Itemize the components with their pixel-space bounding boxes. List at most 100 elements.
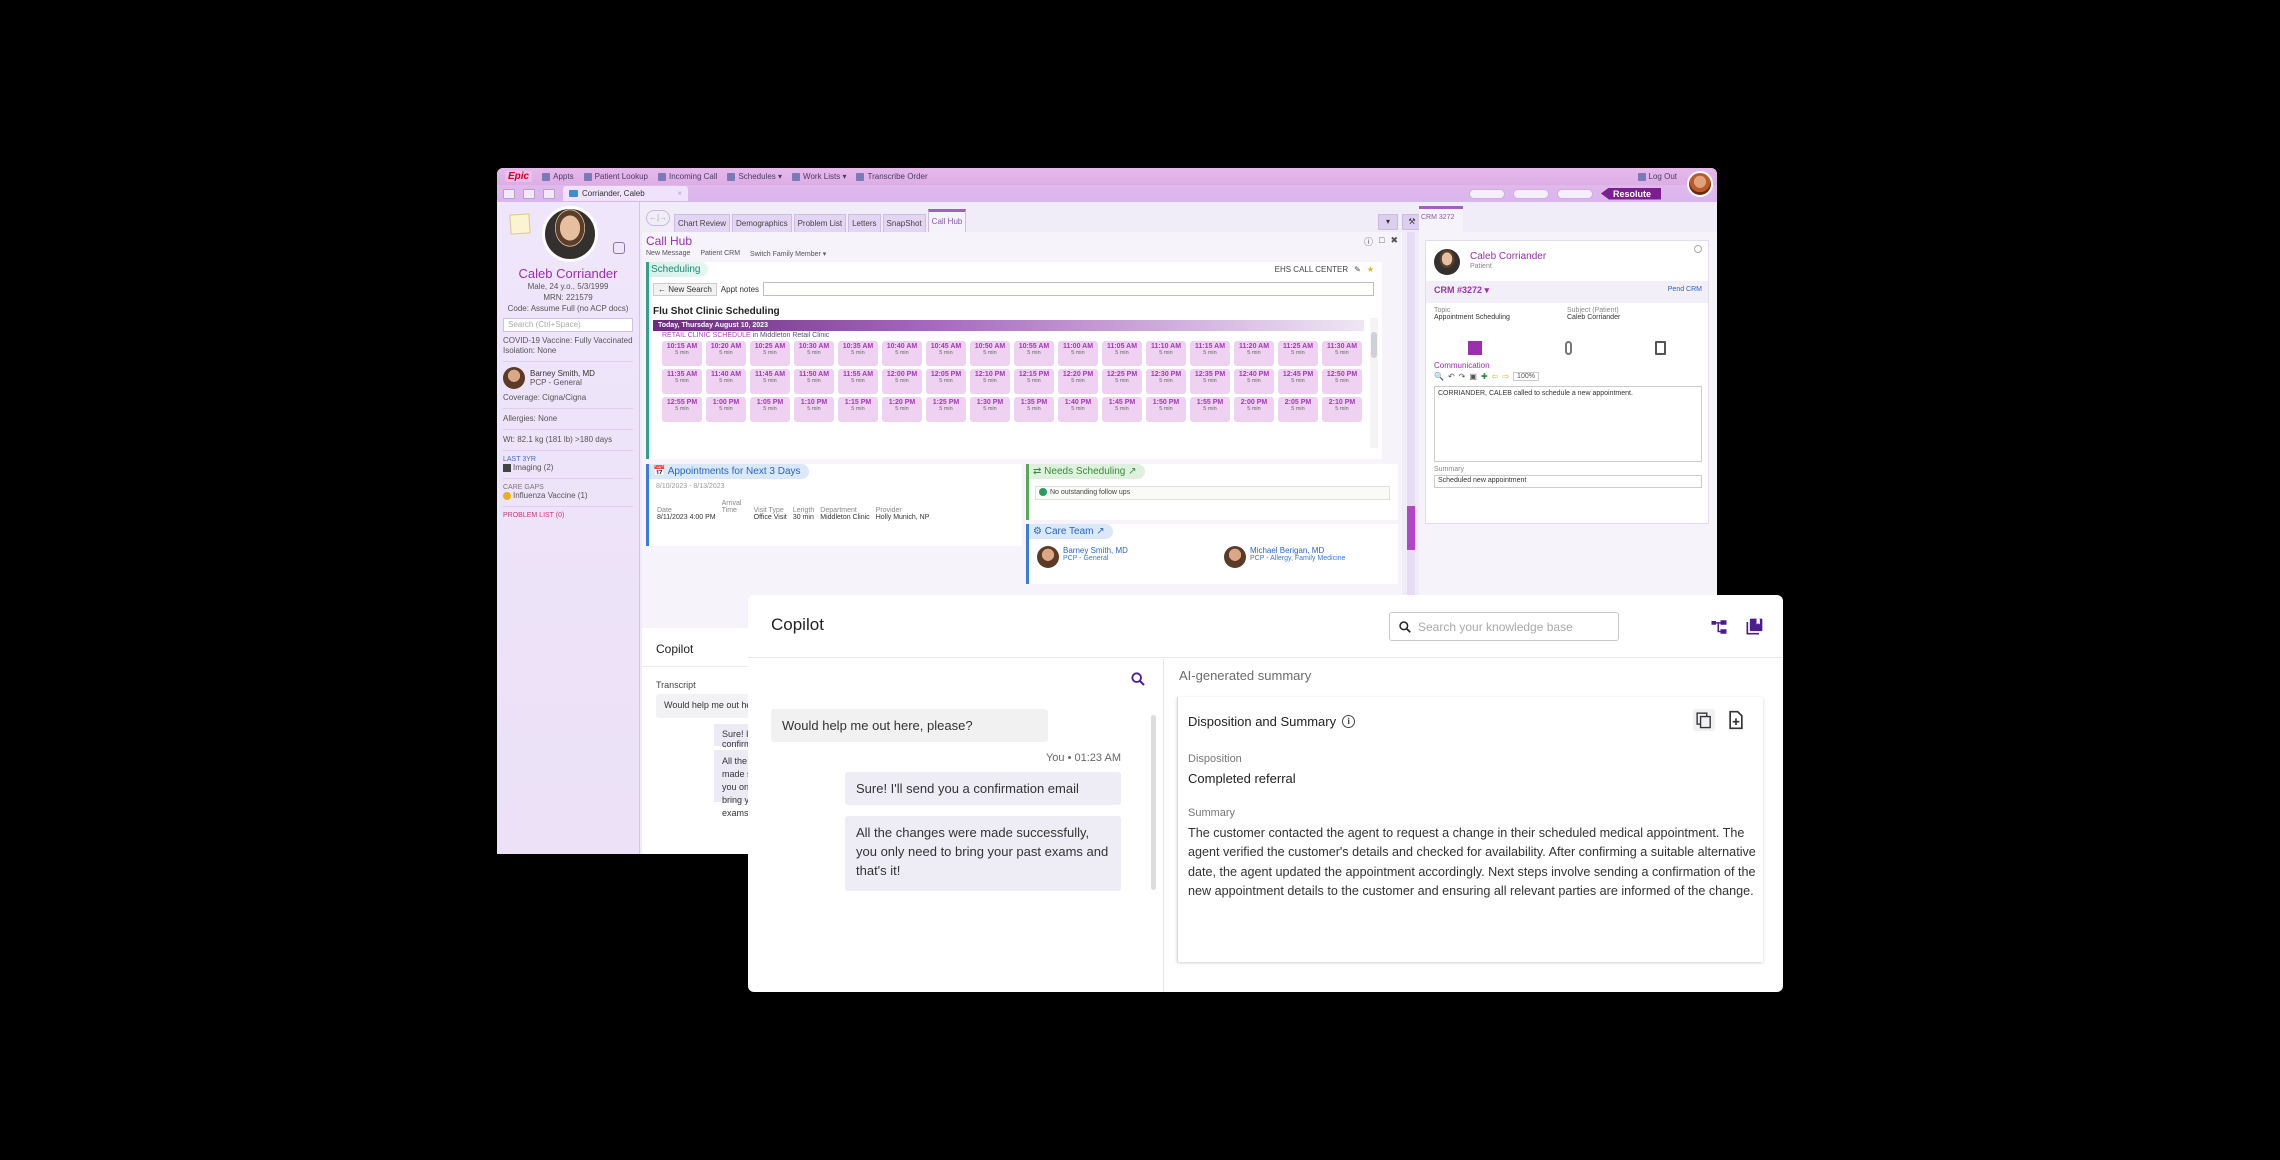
communication-note[interactable]: CORRIANDER, CALEB called to schedule a n… [1434, 386, 1702, 462]
copy-icon[interactable] [1693, 709, 1715, 731]
time-slot[interactable]: 1:00 PM 5 min [706, 397, 746, 422]
add-icon[interactable]: ✚ [1481, 372, 1488, 381]
edit-icon[interactable] [613, 242, 625, 254]
tab-crm[interactable]: CRM 3272 [1419, 206, 1463, 232]
knowledge-search-input[interactable] [1418, 619, 1608, 634]
time-slot[interactable]: 1:45 PM 5 min [1102, 397, 1142, 422]
time-slot[interactable]: 11:55 AM 5 min [838, 369, 878, 394]
time-slot[interactable]: 11:35 AM 5 min [662, 369, 702, 394]
epic-menu-button[interactable]: Epic [505, 171, 533, 182]
time-slot[interactable]: 10:35 AM 5 min [838, 341, 878, 366]
info-icon[interactable]: i [1342, 715, 1356, 728]
switch-family-member-button[interactable]: Switch Family Member ▾ [750, 250, 826, 258]
new-message-button[interactable]: New Message [646, 250, 690, 258]
time-slot[interactable]: 2:10 PM 5 min [1322, 397, 1362, 422]
undo-icon[interactable]: ↶ [1448, 372, 1455, 381]
help-icon[interactable]: ⓘ [1364, 235, 1373, 248]
pend-crm-button[interactable]: Pend CRM [1668, 286, 1702, 293]
time-slot[interactable]: 1:30 PM 5 min [970, 397, 1010, 422]
restore-icon[interactable]: □ [1379, 235, 1384, 248]
time-slot[interactable]: 2:05 PM 5 min [1278, 397, 1318, 422]
workspace-icon[interactable] [523, 188, 535, 199]
time-slot[interactable]: 11:00 AM 5 min [1058, 341, 1098, 366]
time-slot[interactable]: 12:20 PM 5 min [1058, 369, 1098, 394]
redo-icon[interactable]: ↷ [1459, 372, 1466, 381]
chart-search-input[interactable]: Search (Ctrl+Space) [503, 318, 633, 332]
hierarchy-icon[interactable] [1710, 618, 1728, 636]
time-slot[interactable]: 11:45 AM 5 min [750, 369, 790, 394]
time-slot[interactable]: 12:45 PM 5 min [1278, 369, 1318, 394]
appointments-header[interactable]: 📅 Appointments for Next 3 Days [649, 464, 809, 479]
crm-id-dropdown[interactable]: CRM #3272 ▾ [1434, 285, 1489, 296]
folder-icon[interactable] [543, 188, 555, 199]
summary-field[interactable]: Scheduled new appointment [1434, 475, 1702, 488]
time-slot[interactable]: 11:20 AM 5 min [1234, 341, 1274, 366]
patient-crm-button[interactable]: Patient CRM [700, 250, 740, 258]
time-slot[interactable]: 11:30 AM 5 min [1322, 341, 1362, 366]
time-slot[interactable]: 1:55 PM 5 min [1190, 397, 1230, 422]
time-slot[interactable]: 12:10 PM 5 min [970, 369, 1010, 394]
time-slot[interactable]: 12:05 PM 5 min [926, 369, 966, 394]
time-slot[interactable]: 11:40 AM 5 min [706, 369, 746, 394]
menu-schedules[interactable]: Schedules ▾ [727, 172, 782, 181]
time-slot[interactable]: 12:55 PM 5 min [662, 397, 702, 422]
time-slot[interactable]: 1:15 PM 5 min [838, 397, 878, 422]
tab-snapshot[interactable]: SnapShot [882, 214, 926, 232]
menu-work-lists[interactable]: Work Lists ▾ [792, 172, 846, 181]
close-icon[interactable]: ✖ [1390, 235, 1398, 248]
knowledge-search[interactable] [1389, 612, 1619, 641]
zoom-select[interactable]: 100% [1513, 372, 1539, 381]
transcript-scrollbar[interactable] [1151, 715, 1156, 890]
influenza-item[interactable]: Influenza Vaccine (1) [503, 491, 633, 501]
time-slot[interactable]: 1:10 PM 5 min [794, 397, 834, 422]
last-3yr-header[interactable]: LAST 3YR [503, 456, 633, 463]
time-slot[interactable]: 1:50 PM 5 min [1146, 397, 1186, 422]
inbox-button[interactable] [1468, 188, 1505, 199]
tab-call-hub[interactable]: Call Hub [927, 209, 967, 232]
sticky-note-icon[interactable] [509, 213, 531, 235]
logout-button[interactable]: Log Out [1637, 172, 1677, 181]
scroll-thumb[interactable] [1371, 332, 1377, 358]
time-slot[interactable]: 1:40 PM 5 min [1058, 397, 1098, 422]
notifications-button[interactable] [1556, 188, 1593, 199]
time-slot[interactable]: 10:45 AM 5 min [926, 341, 966, 366]
time-slot[interactable]: 12:35 PM 5 min [1190, 369, 1230, 394]
time-slot[interactable]: 10:40 AM 5 min [882, 341, 922, 366]
arrow-right-icon[interactable]: ⇨ [1502, 372, 1509, 381]
time-slot[interactable]: 12:40 PM 5 min [1234, 369, 1274, 394]
table-row[interactable]: 8/11/2023 4:00 PM Office Visit 30 min Mi… [657, 514, 935, 521]
imaging-item[interactable]: Imaging (2) [503, 463, 633, 473]
crm-patient-name[interactable]: Caleb Corriander [1470, 251, 1546, 262]
back-forward-icon[interactable]: ←|→ [646, 210, 670, 226]
desktop-icon[interactable] [503, 188, 515, 199]
close-icon[interactable]: × [677, 189, 682, 198]
time-slot[interactable]: 10:15 AM 5 min [662, 341, 702, 366]
time-slot[interactable]: 1:05 PM 5 min [750, 397, 790, 422]
pencil-icon[interactable]: ✎ [1354, 265, 1361, 274]
time-slot[interactable]: 11:05 AM 5 min [1102, 341, 1142, 366]
tab-demographics[interactable]: Demographics [732, 214, 792, 232]
search-icon[interactable] [1130, 671, 1146, 687]
time-slot[interactable]: 10:25 AM 5 min [750, 341, 790, 366]
collapse-handle[interactable] [1407, 506, 1415, 550]
time-slot[interactable]: 12:30 PM 5 min [1146, 369, 1186, 394]
patient-tab[interactable]: Corriander, Caleb × [563, 186, 688, 201]
time-slot[interactable]: 2:00 PM 5 min [1234, 397, 1274, 422]
star-icon[interactable]: ★ [1367, 265, 1374, 274]
problem-list-header[interactable]: PROBLEM LIST (0) [503, 512, 633, 519]
tab-letters[interactable]: Letters [848, 214, 881, 232]
time-slot[interactable]: 1:20 PM 5 min [882, 397, 922, 422]
tab-chart-review[interactable]: Chart Review [674, 214, 731, 232]
time-slot[interactable]: 10:20 AM 5 min [706, 341, 746, 366]
care-team-header[interactable]: ⚙ Care Team ↗ [1029, 524, 1113, 539]
help-icon[interactable] [1694, 245, 1702, 253]
time-slot[interactable]: 11:25 AM 5 min [1278, 341, 1318, 366]
time-slot[interactable]: 10:55 AM 5 min [1014, 341, 1054, 366]
time-slot[interactable]: 11:10 AM 5 min [1146, 341, 1186, 366]
care-team-member[interactable]: Barney Smith, MD PCP - General [1037, 546, 1128, 568]
pcp-info[interactable]: Barney Smith, MD PCP - General [503, 367, 633, 389]
schedule-scrollbar[interactable] [1370, 318, 1378, 448]
chat-button[interactable] [1512, 188, 1549, 199]
paperclip-icon[interactable] [1564, 341, 1572, 355]
time-slot[interactable]: 12:25 PM 5 min [1102, 369, 1142, 394]
